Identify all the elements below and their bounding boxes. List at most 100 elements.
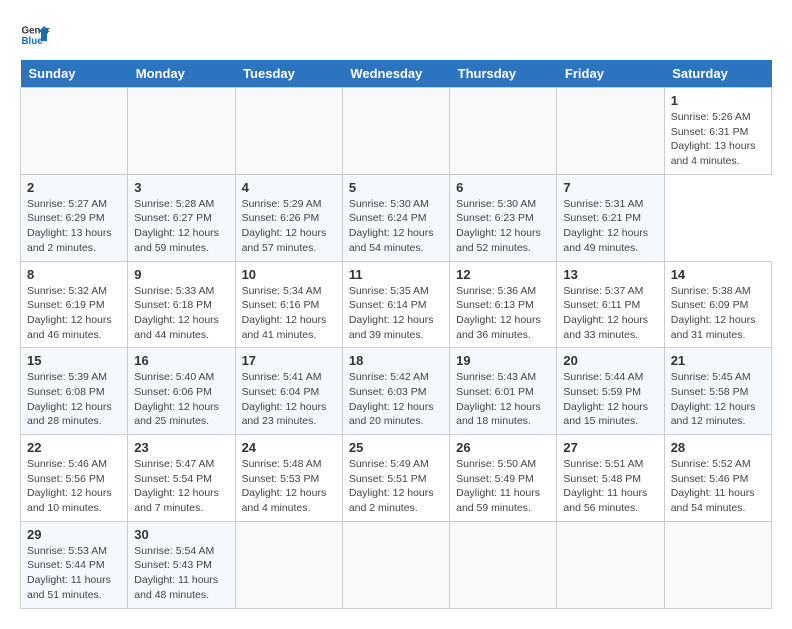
header-cell-wednesday: Wednesday bbox=[342, 60, 449, 88]
day-info: Sunrise: 5:33 AM Sunset: 6:18 PM Dayligh… bbox=[134, 284, 228, 343]
day-number: 29 bbox=[27, 527, 121, 542]
calendar-cell bbox=[235, 521, 342, 608]
day-info: Sunrise: 5:37 AM Sunset: 6:11 PM Dayligh… bbox=[563, 284, 657, 343]
day-info: Sunrise: 5:44 AM Sunset: 5:59 PM Dayligh… bbox=[563, 370, 657, 429]
day-number: 25 bbox=[349, 440, 443, 455]
calendar-cell: 8 Sunrise: 5:32 AM Sunset: 6:19 PM Daylig… bbox=[21, 261, 128, 348]
day-number: 10 bbox=[242, 267, 336, 282]
day-number: 8 bbox=[27, 267, 121, 282]
svg-text:Blue: Blue bbox=[22, 36, 44, 47]
calendar-cell: 18 Sunrise: 5:42 AM Sunset: 6:03 PM Dayli… bbox=[342, 348, 449, 435]
day-info: Sunrise: 5:28 AM Sunset: 6:27 PM Dayligh… bbox=[134, 197, 228, 256]
calendar-cell bbox=[21, 88, 128, 175]
day-number: 22 bbox=[27, 440, 121, 455]
header-cell-saturday: Saturday bbox=[664, 60, 771, 88]
calendar-week-1: 1Sunrise: 5:26 AM Sunset: 6:31 PM Daylig… bbox=[21, 88, 772, 175]
header-cell-thursday: Thursday bbox=[450, 60, 557, 88]
header-cell-sunday: Sunday bbox=[21, 60, 128, 88]
calendar-cell bbox=[235, 88, 342, 175]
calendar-cell: 20 Sunrise: 5:44 AM Sunset: 5:59 PM Dayli… bbox=[557, 348, 664, 435]
day-number: 3 bbox=[134, 180, 228, 195]
header-cell-monday: Monday bbox=[128, 60, 235, 88]
day-number: 4 bbox=[242, 180, 336, 195]
calendar-cell: 27 Sunrise: 5:51 AM Sunset: 5:48 PM Dayli… bbox=[557, 435, 664, 522]
day-info: Sunrise: 5:50 AM Sunset: 5:49 PM Dayligh… bbox=[456, 457, 550, 516]
calendar-cell bbox=[450, 521, 557, 608]
day-info: Sunrise: 5:51 AM Sunset: 5:48 PM Dayligh… bbox=[563, 457, 657, 516]
calendar-cell bbox=[450, 88, 557, 175]
calendar-cell: 30 Sunrise: 5:54 AM Sunset: 5:43 PM Dayli… bbox=[128, 521, 235, 608]
calendar-cell: 25 Sunrise: 5:49 AM Sunset: 5:51 PM Dayli… bbox=[342, 435, 449, 522]
day-info: Sunrise: 5:27 AM Sunset: 6:29 PM Dayligh… bbox=[27, 197, 121, 256]
day-info: Sunrise: 5:38 AM Sunset: 6:09 PM Dayligh… bbox=[671, 284, 765, 343]
day-number: 11 bbox=[349, 267, 443, 282]
day-info: Sunrise: 5:52 AM Sunset: 5:46 PM Dayligh… bbox=[671, 457, 765, 516]
calendar-cell: 10 Sunrise: 5:34 AM Sunset: 6:16 PM Dayli… bbox=[235, 261, 342, 348]
calendar-cell: 4 Sunrise: 5:29 AM Sunset: 6:26 PM Daylig… bbox=[235, 174, 342, 261]
header-cell-friday: Friday bbox=[557, 60, 664, 88]
day-number: 15 bbox=[27, 353, 121, 368]
day-number: 20 bbox=[563, 353, 657, 368]
day-info: Sunrise: 5:40 AM Sunset: 6:06 PM Dayligh… bbox=[134, 370, 228, 429]
day-info: Sunrise: 5:36 AM Sunset: 6:13 PM Dayligh… bbox=[456, 284, 550, 343]
calendar-cell: 24Sunrise: 5:48 AM Sunset: 5:53 PM Dayli… bbox=[235, 435, 342, 522]
day-info: Sunrise: 5:46 AM Sunset: 5:56 PM Dayligh… bbox=[27, 457, 121, 516]
logo-icon: General Blue bbox=[20, 20, 50, 50]
day-number: 18 bbox=[349, 353, 443, 368]
calendar-cell: 19Sunrise: 5:43 AM Sunset: 6:01 PM Dayli… bbox=[450, 348, 557, 435]
calendar-week-3: 8 Sunrise: 5:32 AM Sunset: 6:19 PM Daylig… bbox=[21, 261, 772, 348]
calendar-week-4: 15 Sunrise: 5:39 AM Sunset: 6:08 PM Dayli… bbox=[21, 348, 772, 435]
calendar-cell: 15 Sunrise: 5:39 AM Sunset: 6:08 PM Dayli… bbox=[21, 348, 128, 435]
calendar-cell: 17Sunrise: 5:41 AM Sunset: 6:04 PM Dayli… bbox=[235, 348, 342, 435]
calendar-cell: 7 Sunrise: 5:31 AM Sunset: 6:21 PM Daylig… bbox=[557, 174, 664, 261]
calendar-cell: 28Sunrise: 5:52 AM Sunset: 5:46 PM Dayli… bbox=[664, 435, 771, 522]
day-number: 13 bbox=[563, 267, 657, 282]
day-info: Sunrise: 5:30 AM Sunset: 6:23 PM Dayligh… bbox=[456, 197, 550, 256]
day-number: 19 bbox=[456, 353, 550, 368]
day-info: Sunrise: 5:31 AM Sunset: 6:21 PM Dayligh… bbox=[563, 197, 657, 256]
calendar-cell: 2 Sunrise: 5:27 AM Sunset: 6:29 PM Daylig… bbox=[21, 174, 128, 261]
calendar-cell: 21Sunrise: 5:45 AM Sunset: 5:58 PM Dayli… bbox=[664, 348, 771, 435]
calendar-cell bbox=[342, 88, 449, 175]
day-number: 14 bbox=[671, 267, 765, 282]
calendar-week-2: 2 Sunrise: 5:27 AM Sunset: 6:29 PM Daylig… bbox=[21, 174, 772, 261]
day-number: 30 bbox=[134, 527, 228, 542]
calendar-cell: 22 Sunrise: 5:46 AM Sunset: 5:56 PM Dayli… bbox=[21, 435, 128, 522]
day-number: 5 bbox=[349, 180, 443, 195]
day-number: 21 bbox=[671, 353, 765, 368]
calendar-cell bbox=[557, 88, 664, 175]
logo: General Blue bbox=[20, 20, 50, 50]
calendar-table: SundayMondayTuesdayWednesdayThursdayFrid… bbox=[20, 60, 772, 609]
calendar-cell: 1Sunrise: 5:26 AM Sunset: 6:31 PM Daylig… bbox=[664, 88, 771, 175]
day-info: Sunrise: 5:42 AM Sunset: 6:03 PM Dayligh… bbox=[349, 370, 443, 429]
day-info: Sunrise: 5:32 AM Sunset: 6:19 PM Dayligh… bbox=[27, 284, 121, 343]
calendar-cell: 14 Sunrise: 5:38 AM Sunset: 6:09 PM Dayli… bbox=[664, 261, 771, 348]
day-info: Sunrise: 5:49 AM Sunset: 5:51 PM Dayligh… bbox=[349, 457, 443, 516]
calendar-week-6: 29 Sunrise: 5:53 AM Sunset: 5:44 PM Dayli… bbox=[21, 521, 772, 608]
calendar-cell: 12Sunrise: 5:36 AM Sunset: 6:13 PM Dayli… bbox=[450, 261, 557, 348]
day-info: Sunrise: 5:30 AM Sunset: 6:24 PM Dayligh… bbox=[349, 197, 443, 256]
calendar-cell: 13 Sunrise: 5:37 AM Sunset: 6:11 PM Dayli… bbox=[557, 261, 664, 348]
day-info: Sunrise: 5:34 AM Sunset: 6:16 PM Dayligh… bbox=[242, 284, 336, 343]
day-number: 9 bbox=[134, 267, 228, 282]
calendar-week-5: 22 Sunrise: 5:46 AM Sunset: 5:56 PM Dayli… bbox=[21, 435, 772, 522]
calendar-cell bbox=[557, 521, 664, 608]
calendar-cell: 23Sunrise: 5:47 AM Sunset: 5:54 PM Dayli… bbox=[128, 435, 235, 522]
calendar-cell: 3 Sunrise: 5:28 AM Sunset: 6:27 PM Daylig… bbox=[128, 174, 235, 261]
day-info: Sunrise: 5:26 AM Sunset: 6:31 PM Dayligh… bbox=[671, 110, 765, 169]
day-number: 27 bbox=[563, 440, 657, 455]
day-number: 2 bbox=[27, 180, 121, 195]
header-cell-tuesday: Tuesday bbox=[235, 60, 342, 88]
day-info: Sunrise: 5:48 AM Sunset: 5:53 PM Dayligh… bbox=[242, 457, 336, 516]
day-info: Sunrise: 5:39 AM Sunset: 6:08 PM Dayligh… bbox=[27, 370, 121, 429]
calendar-cell bbox=[128, 88, 235, 175]
calendar-cell: 29 Sunrise: 5:53 AM Sunset: 5:44 PM Dayli… bbox=[21, 521, 128, 608]
day-number: 7 bbox=[563, 180, 657, 195]
calendar-cell: 16 Sunrise: 5:40 AM Sunset: 6:06 PM Dayli… bbox=[128, 348, 235, 435]
calendar-cell bbox=[664, 521, 771, 608]
day-info: Sunrise: 5:41 AM Sunset: 6:04 PM Dayligh… bbox=[242, 370, 336, 429]
day-number: 16 bbox=[134, 353, 228, 368]
day-info: Sunrise: 5:29 AM Sunset: 6:26 PM Dayligh… bbox=[242, 197, 336, 256]
day-info: Sunrise: 5:54 AM Sunset: 5:43 PM Dayligh… bbox=[134, 544, 228, 603]
day-info: Sunrise: 5:53 AM Sunset: 5:44 PM Dayligh… bbox=[27, 544, 121, 603]
